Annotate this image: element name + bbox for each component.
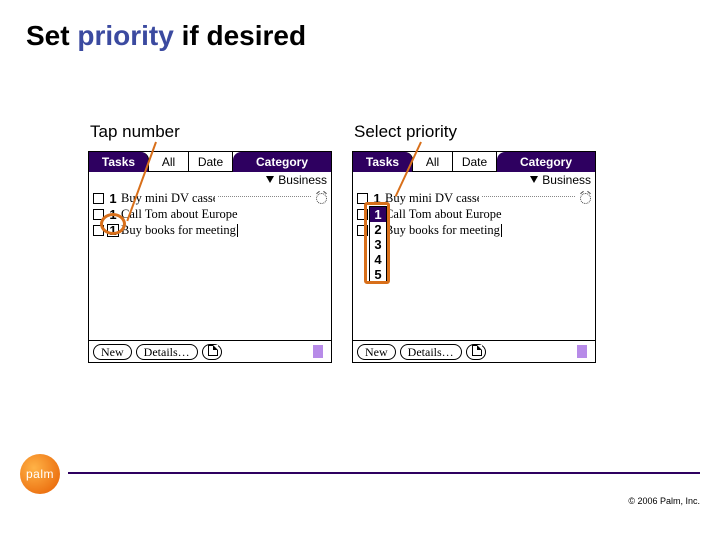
checkbox-icon[interactable]: [93, 193, 104, 204]
silkscreen-icon: [313, 345, 323, 358]
callout-box: [364, 202, 390, 284]
tab-all[interactable]: All: [413, 152, 453, 172]
slide-title: Set priority if desired: [26, 20, 306, 52]
task-row[interactable]: 1 Buy books for meeting: [93, 222, 327, 238]
chevron-down-icon: [530, 176, 538, 183]
title-post: if desired: [174, 20, 306, 51]
tab-bar: Tasks All Date Category: [353, 152, 595, 172]
category-filter-label: Business: [542, 173, 591, 187]
tab-category[interactable]: Category: [497, 152, 595, 172]
alarm-icon[interactable]: [580, 193, 591, 204]
task-row[interactable]: 1 Buy mini DV cassettes: [357, 190, 591, 206]
caption-select-priority: Select priority: [354, 122, 457, 142]
note-button[interactable]: [466, 344, 486, 360]
alarm-icon[interactable]: [316, 193, 327, 204]
silkscreen-icon: [577, 345, 587, 358]
footer-divider: [68, 472, 700, 474]
tab-date[interactable]: Date: [453, 152, 497, 172]
bottom-toolbar: New Details…: [353, 340, 595, 362]
memo-icon: [208, 345, 218, 356]
palm-logo: palm: [20, 454, 60, 494]
tab-all[interactable]: All: [149, 152, 189, 172]
priority-number[interactable]: 1: [107, 191, 119, 206]
task-row[interactable]: 1 Buy books for meeting: [357, 222, 591, 238]
task-text[interactable]: Buy books for meeting: [385, 223, 591, 238]
tab-tasks[interactable]: Tasks: [89, 152, 149, 172]
note-button[interactable]: [202, 344, 222, 360]
category-filter[interactable]: Business: [353, 172, 595, 188]
task-text[interactable]: Call Tom about Europe: [385, 207, 591, 222]
copyright-text: © 2006 Palm, Inc.: [628, 496, 700, 506]
task-text[interactable]: Call Tom about Europe: [121, 207, 327, 222]
memo-icon: [472, 345, 482, 356]
title-accent-word: priority: [77, 20, 173, 51]
palm-screen-left: Tasks All Date Category Business 1 Buy m…: [88, 151, 332, 363]
chevron-down-icon: [266, 176, 274, 183]
dot-leader: [482, 196, 576, 197]
dot-leader: [218, 196, 312, 197]
tab-date[interactable]: Date: [189, 152, 233, 172]
tab-category[interactable]: Category: [233, 152, 331, 172]
callout-circle: [100, 213, 126, 235]
task-row[interactable]: 1 Buy mini DV cassettes: [93, 190, 327, 206]
task-text[interactable]: Buy books for meeting: [121, 223, 327, 238]
caption-tap-number: Tap number: [90, 122, 180, 142]
category-filter[interactable]: Business: [89, 172, 331, 188]
text-cursor: [237, 224, 238, 237]
details-button[interactable]: Details…: [136, 344, 198, 360]
details-button[interactable]: Details…: [400, 344, 462, 360]
bottom-toolbar: New Details…: [89, 340, 331, 362]
category-filter-label: Business: [278, 173, 327, 187]
new-button[interactable]: New: [357, 344, 396, 360]
task-row[interactable]: 1 Call Tom about Europe: [357, 206, 591, 222]
task-list: 1 Buy mini DV cassettes 1 Call Tom about…: [89, 188, 331, 238]
task-text[interactable]: Buy mini DV cassettes: [385, 191, 479, 206]
text-cursor: [501, 224, 502, 237]
new-button[interactable]: New: [93, 344, 132, 360]
tab-bar: Tasks All Date Category: [89, 152, 331, 172]
title-pre: Set: [26, 20, 77, 51]
tab-tasks[interactable]: Tasks: [353, 152, 413, 172]
